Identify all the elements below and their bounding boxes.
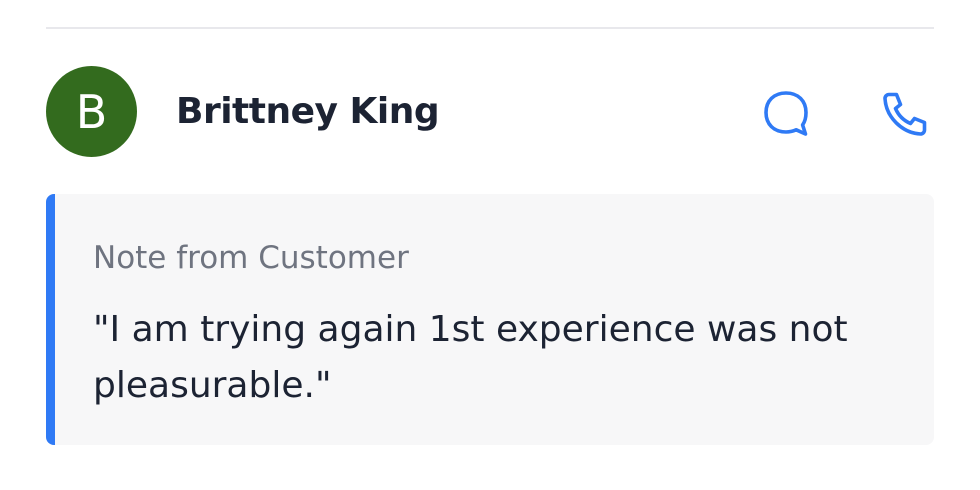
avatar-initial: B (75, 84, 108, 139)
note-accent-bar (46, 194, 55, 445)
phone-icon (883, 92, 927, 136)
note-text: "I am trying again 1st experience was no… (93, 309, 848, 406)
note-title: Note from Customer (93, 240, 409, 276)
contact-name: Brittney King (176, 91, 440, 132)
contact-row: B Brittney King (46, 66, 934, 158)
chat-bubble-icon (764, 91, 808, 136)
avatar: B (46, 66, 137, 157)
call-button[interactable] (877, 86, 933, 142)
top-divider (46, 27, 934, 29)
chat-button[interactable] (758, 86, 814, 142)
customer-note-card: Note from Customer "I am trying again 1s… (46, 194, 934, 445)
